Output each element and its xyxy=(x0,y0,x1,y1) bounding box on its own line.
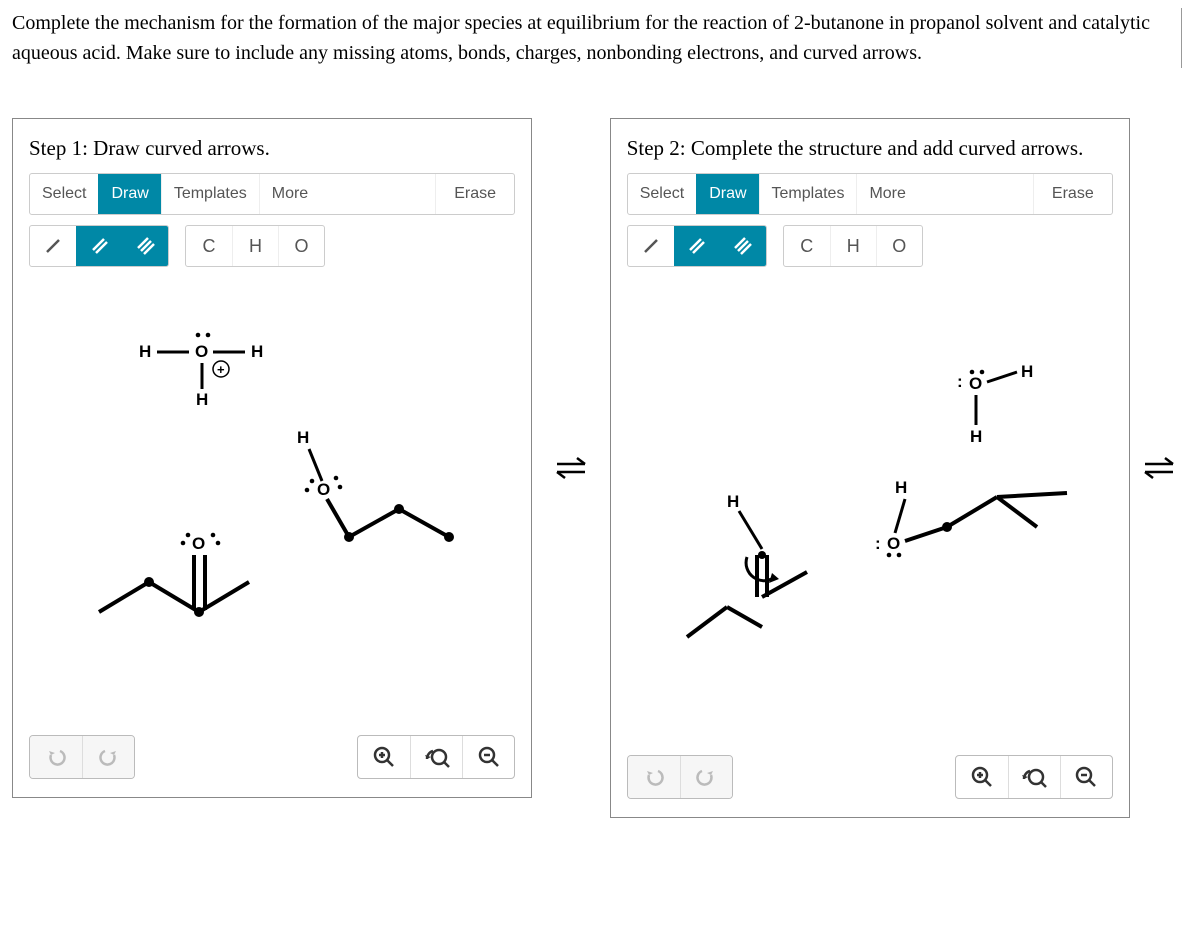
atom-group: C H O xyxy=(783,225,923,267)
step2-footer xyxy=(627,755,1113,799)
steps-row: Step 1: Draw curved arrows. Select Draw … xyxy=(12,118,1188,818)
zoom-reset-icon xyxy=(1020,765,1048,789)
triple-bond-icon xyxy=(135,235,157,257)
zoom-reset-button[interactable] xyxy=(1008,756,1060,798)
zoom-group xyxy=(955,755,1113,799)
svg-text:H: H xyxy=(297,428,309,447)
step2-subtoolbar: C H O xyxy=(627,225,1113,267)
zoom-out-button[interactable] xyxy=(1060,756,1112,798)
atom-group: C H O xyxy=(185,225,325,267)
svg-text:H: H xyxy=(139,342,151,361)
step1-structure: H O H H + H O xyxy=(29,277,519,697)
single-bond-button[interactable] xyxy=(30,226,76,266)
zoom-out-button[interactable] xyxy=(462,736,514,778)
double-bond-button[interactable] xyxy=(674,226,720,266)
draw-tab[interactable]: Draw xyxy=(696,174,758,214)
step2-panel: Step 2: Complete the structure and add c… xyxy=(610,118,1130,818)
toolbar-spacer xyxy=(918,174,1033,214)
step1-canvas[interactable]: H O H H + H O xyxy=(29,277,515,697)
redo-button[interactable] xyxy=(82,736,134,778)
zoom-out-icon xyxy=(1074,765,1098,789)
single-bond-icon xyxy=(43,236,63,256)
erase-button[interactable]: Erase xyxy=(435,174,514,214)
templates-tab[interactable]: Templates xyxy=(759,174,857,214)
svg-text:O: O xyxy=(317,480,330,499)
atom-c-button[interactable]: C xyxy=(784,226,830,266)
zoom-in-button[interactable] xyxy=(956,756,1008,798)
question-text: Complete the mechanism for the formation… xyxy=(12,8,1182,68)
svg-text:O: O xyxy=(969,374,982,393)
draw-tab[interactable]: Draw xyxy=(98,174,160,214)
svg-text:+: + xyxy=(217,362,225,377)
svg-text:H: H xyxy=(196,390,208,409)
svg-text:H: H xyxy=(251,342,263,361)
double-bond-icon xyxy=(90,236,110,256)
zoom-group xyxy=(357,735,515,779)
zoom-in-icon xyxy=(970,765,994,789)
triple-bond-icon xyxy=(732,235,754,257)
svg-text:H: H xyxy=(1021,362,1033,381)
atom-o-button[interactable]: O xyxy=(278,226,324,266)
toolbar-spacer xyxy=(320,174,435,214)
select-tab[interactable]: Select xyxy=(628,174,696,214)
bond-group xyxy=(627,225,767,267)
redo-icon xyxy=(98,746,120,768)
redo-button[interactable] xyxy=(680,756,732,798)
undo-redo-group xyxy=(627,755,733,799)
svg-text:H: H xyxy=(970,427,982,446)
equilibrium-arrow-icon xyxy=(551,448,591,488)
svg-text::: : xyxy=(875,534,881,553)
step1-subtoolbar: C H O xyxy=(29,225,515,267)
zoom-in-button[interactable] xyxy=(358,736,410,778)
step2-toolbar: Select Draw Templates More Erase xyxy=(627,173,1113,215)
equilibrium-arrow-icon xyxy=(1139,448,1179,488)
step1-toolbar: Select Draw Templates More Erase xyxy=(29,173,515,215)
double-bond-icon xyxy=(687,236,707,256)
undo-button[interactable] xyxy=(628,756,680,798)
step1-panel: Step 1: Draw curved arrows. Select Draw … xyxy=(12,118,532,798)
undo-icon xyxy=(45,746,67,768)
atom-o-button[interactable]: O xyxy=(876,226,922,266)
atom-c-button[interactable]: C xyxy=(186,226,232,266)
step2-structure: : O H H H : O xyxy=(627,277,1117,717)
svg-text:O: O xyxy=(192,534,205,553)
atom-h-button[interactable]: H xyxy=(232,226,278,266)
single-bond-icon xyxy=(641,236,661,256)
zoom-reset-button[interactable] xyxy=(410,736,462,778)
undo-redo-group xyxy=(29,735,135,779)
step1-title: Step 1: Draw curved arrows. xyxy=(29,133,515,163)
triple-bond-button[interactable] xyxy=(122,226,168,266)
bond-group xyxy=(29,225,169,267)
equilibrium-1 xyxy=(532,118,610,818)
svg-text:O: O xyxy=(195,342,208,361)
equilibrium-2 xyxy=(1130,118,1188,818)
undo-icon xyxy=(643,766,665,788)
zoom-in-icon xyxy=(372,745,396,769)
single-bond-button[interactable] xyxy=(628,226,674,266)
svg-text:H: H xyxy=(727,492,739,511)
erase-button[interactable]: Erase xyxy=(1033,174,1112,214)
triple-bond-button[interactable] xyxy=(720,226,766,266)
step1-footer xyxy=(29,735,515,779)
svg-text:H: H xyxy=(895,478,907,497)
more-tab[interactable]: More xyxy=(856,174,917,214)
atom-h-button[interactable]: H xyxy=(830,226,876,266)
undo-button[interactable] xyxy=(30,736,82,778)
redo-icon xyxy=(695,766,717,788)
step2-title: Step 2: Complete the structure and add c… xyxy=(627,133,1113,163)
templates-tab[interactable]: Templates xyxy=(161,174,259,214)
svg-text::: : xyxy=(957,372,963,391)
step2-canvas[interactable]: : O H H H : O xyxy=(627,277,1113,697)
more-tab[interactable]: More xyxy=(259,174,320,214)
zoom-reset-icon xyxy=(423,745,451,769)
select-tab[interactable]: Select xyxy=(30,174,98,214)
double-bond-button[interactable] xyxy=(76,226,122,266)
svg-text:O: O xyxy=(887,534,900,553)
zoom-out-icon xyxy=(477,745,501,769)
